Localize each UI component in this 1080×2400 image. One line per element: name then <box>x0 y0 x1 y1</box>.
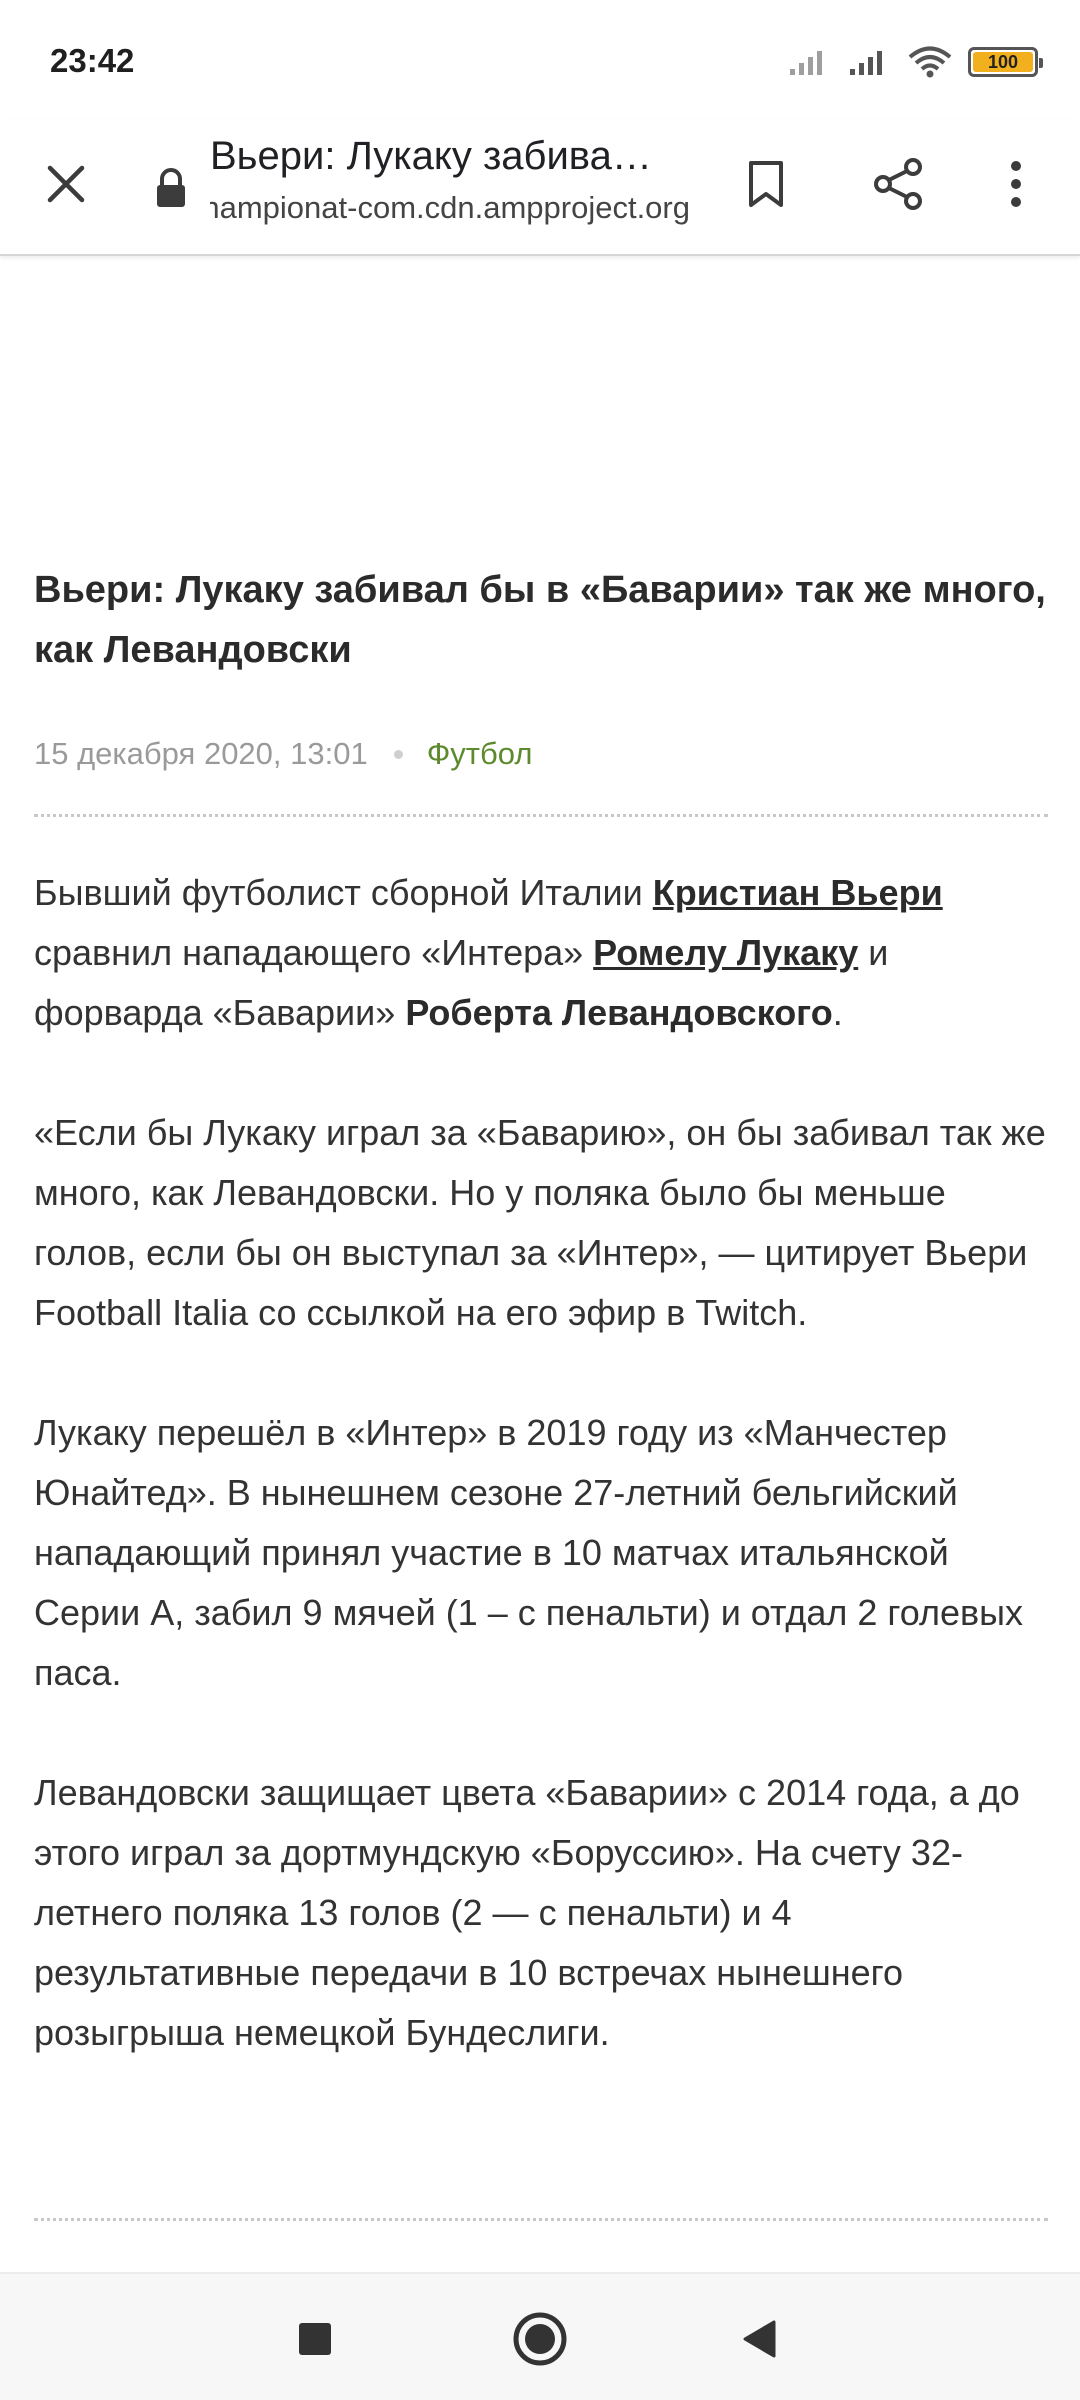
person-link-vieri[interactable]: Кристиан Вьери <box>653 872 943 913</box>
back-button[interactable] <box>725 2304 795 2374</box>
paragraph-text: . <box>832 992 843 1033</box>
page-title: Вьери: Лукаку забивал бы в «Баварии» так… <box>210 134 670 178</box>
article-headline: Вьери: Лукаку забивал бы в «Баварии» так… <box>34 569 1046 671</box>
separator-dot <box>393 749 403 759</box>
article-date: 15 декабря 2020, 13:01 <box>34 736 368 771</box>
divider <box>34 2218 1048 2221</box>
square-icon <box>299 2323 331 2355</box>
divider <box>34 814 1048 817</box>
article-body: Бывший футболист сборной Италии Кристиан… <box>34 863 1048 2063</box>
signal-icon <box>788 47 832 77</box>
bookmark-icon <box>749 161 783 207</box>
page-url: https://championat-com.cdn.ampproject.or… <box>210 190 690 225</box>
paragraph-1: Бывший футболист сборной Италии Кристиан… <box>34 863 1048 1043</box>
article-meta: 15 декабря 2020, 13:01 Футбол <box>34 736 1048 772</box>
close-button[interactable] <box>30 148 102 220</box>
paragraph-2: «Если бы Лукаку играл за «Баварию», он б… <box>34 1112 1046 1333</box>
article-category-link[interactable]: Футбол <box>427 736 533 772</box>
home-circle-icon <box>513 2312 567 2366</box>
bookmark-button[interactable] <box>730 148 802 220</box>
status-bar: 23:42 100 <box>0 0 1080 120</box>
paragraph-3: Лукаку перешёл в «Интер» в 2019 году из … <box>34 1412 1023 1693</box>
status-time: 23:42 <box>50 42 135 79</box>
paragraph-text: Бывший футболист сборной Италии <box>34 872 653 913</box>
person-link-lukaku[interactable]: Ромелу Лукаку <box>593 932 858 973</box>
back-triangle-icon <box>743 2320 776 2358</box>
share-button[interactable] <box>862 148 934 220</box>
browser-toolbar: Вьери: Лукаку забивал бы в «Баварии» так… <box>0 120 1080 256</box>
overflow-menu-button[interactable] <box>980 148 1052 220</box>
article: Вьери: Лукаку забивал бы в «Баварии» так… <box>34 560 1048 2123</box>
signal-icon <box>848 47 892 77</box>
lock-icon[interactable] <box>148 160 194 216</box>
home-button[interactable] <box>505 2304 575 2374</box>
battery-text: 100 <box>987 51 1019 72</box>
system-navigation-bar <box>0 2272 1080 2400</box>
more-vert-icon <box>1011 161 1021 207</box>
paragraph-text: сравнил нападающего «Интера» <box>34 932 594 973</box>
paragraph-4: Левандовски защищает цвета «Баварии» с 2… <box>34 1772 1020 2053</box>
close-icon <box>47 165 85 203</box>
wifi-icon <box>908 46 952 78</box>
recent-apps-button[interactable] <box>280 2304 350 2374</box>
share-icon <box>874 158 922 210</box>
battery-icon: 100 <box>968 47 1043 77</box>
status-icons: 100 <box>788 42 1043 82</box>
person-name-lewandowski: Роберта Левандовского <box>405 992 833 1033</box>
